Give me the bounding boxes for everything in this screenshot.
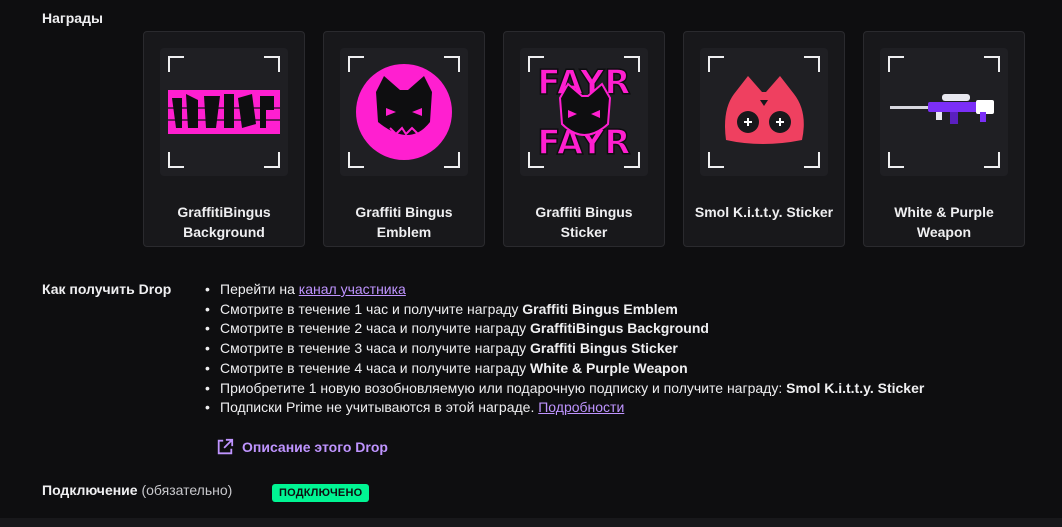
reward-card[interactable]: White & Purple Weapon [863, 31, 1025, 247]
reward-name: GraffitiBingus Background [177, 204, 271, 240]
how-to-steps: Перейти на канал участника Смотрите в те… [205, 280, 924, 418]
reward-name: White & Purple Weapon [894, 204, 994, 240]
details-link[interactable]: Подробности [538, 399, 624, 415]
list-item: Смотрите в течение 3 часа и получите наг… [205, 339, 924, 359]
list-item: Смотрите в течение 2 часа и получите наг… [205, 319, 924, 339]
reward-thumbnail [700, 48, 828, 176]
how-to-title: Как получить Drop [42, 281, 172, 297]
reward-card[interactable]: Graffiti Bingus Emblem [323, 31, 485, 247]
reward-card[interactable]: FAYR FAYR Graffiti Bingus Sticker [503, 31, 665, 247]
reward-name: Smol K.i.t.t.y. Sticker [694, 204, 834, 220]
external-link-icon [217, 438, 234, 455]
list-item: Приобретите 1 новую возобновляемую или п… [205, 379, 924, 399]
reward-name: Graffiti Bingus Sticker [535, 204, 633, 240]
list-item: Смотрите в течение 1 час и получите нагр… [205, 300, 924, 320]
reward-thumbnail [340, 48, 468, 176]
participant-channel-link[interactable]: канал участника [299, 281, 406, 297]
status-badge: ПОДКЛЮЧЕНО [272, 484, 370, 502]
list-item: Смотрите в течение 4 часа и получите наг… [205, 359, 924, 379]
reward-name: Graffiti Bingus Emblem [355, 204, 453, 240]
rewards-title: Награды [42, 10, 103, 26]
list-item: Перейти на канал участника [205, 280, 924, 300]
reward-card[interactable]: GraffitiBingus Background [143, 31, 305, 247]
bottom-divider [0, 518, 1062, 527]
connection-label: Подключение (обязательно) [42, 482, 233, 498]
reward-thumbnail: FAYR FAYR [520, 48, 648, 176]
rewards-list: GraffitiBingus Background Graffiti Bingu… [143, 31, 1025, 247]
drop-description-label: Описание этого Drop [242, 439, 388, 455]
reward-thumbnail [880, 48, 1008, 176]
reward-thumbnail [160, 48, 288, 176]
list-item: Подписки Prime не учитываются в этой наг… [205, 398, 924, 418]
drop-description-link[interactable]: Описание этого Drop [216, 438, 388, 456]
reward-card[interactable]: Smol K.i.t.t.y. Sticker [683, 31, 845, 247]
